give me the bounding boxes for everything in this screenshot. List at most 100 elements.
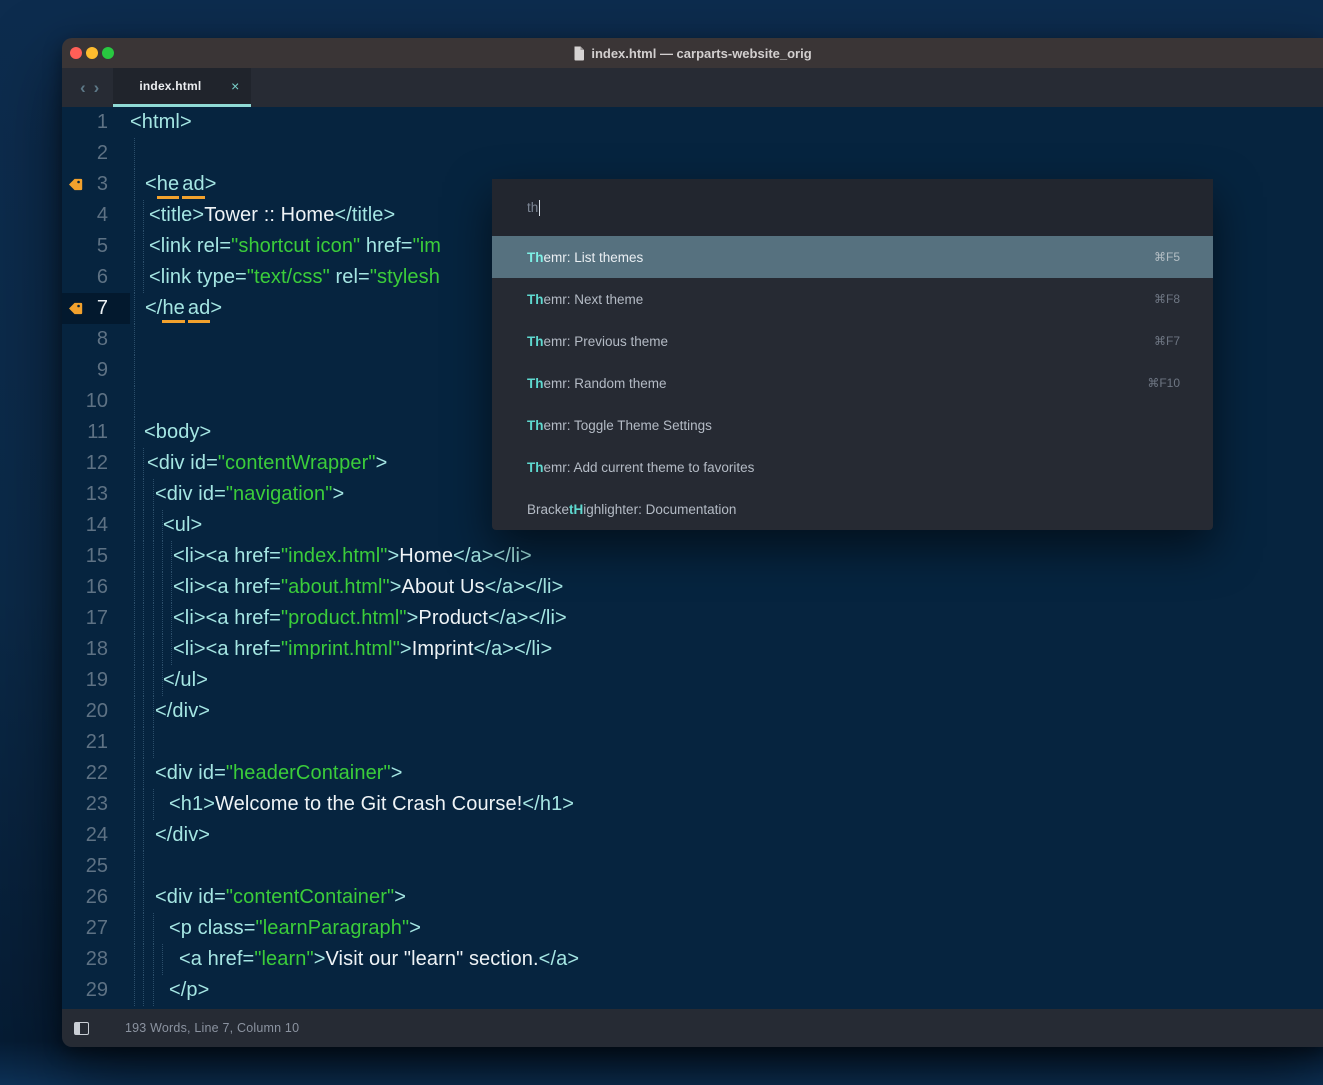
code-line[interactable]: 25 [62,851,1323,882]
indent-guide [153,603,154,634]
code-text[interactable]: </p> [130,975,1323,1006]
indent-guide [134,479,135,510]
sidebar-toggle-icon[interactable] [74,1022,89,1035]
minimize-window-button[interactable] [86,47,98,59]
zoom-window-button[interactable] [102,47,114,59]
text-caret [539,200,540,216]
palette-item[interactable]: BracketHighlighter: Documentation [492,488,1213,530]
code-content: <ul> [163,514,202,537]
gutter: 7 [62,293,130,324]
indent-guide [143,200,144,231]
line-number: 12 [86,452,130,475]
code-content: <a href="learn">Visit our "learn" sectio… [179,948,579,971]
code-text[interactable]: <p class="learnParagraph"> [130,913,1323,944]
code-content: <body> [144,421,211,444]
code-content: </head> [145,297,222,320]
command-palette: th Themr: List themes⌘F5Themr: Next them… [492,179,1213,530]
code-line[interactable]: 29 </p> [62,975,1323,1006]
code-text[interactable]: <li><a href="imprint.html">Imprint</a></… [130,634,1323,665]
code-text[interactable] [130,138,1323,169]
code-content: <div id="navigation"> [155,483,344,506]
code-text[interactable]: </div> [130,696,1323,727]
code-text[interactable]: </div> [130,820,1323,851]
forward-arrow-icon[interactable]: › [94,79,100,96]
tab-index-html[interactable]: index.html × [113,68,251,107]
indent-guide [143,851,144,882]
code-text[interactable]: </ul> [130,665,1323,696]
line-number: 18 [86,638,130,661]
indent-guide [143,882,144,913]
line-number: 14 [86,514,130,537]
code-line[interactable]: 15<li><a href="index.html">Home</a></li> [62,541,1323,572]
line-number: 6 [86,266,130,289]
palette-item[interactable]: Themr: Next theme⌘F8 [492,278,1213,320]
line-number: 22 [86,762,130,785]
indent-guide [153,913,154,944]
palette-input[interactable]: th [492,179,1213,236]
palette-item[interactable]: Themr: Toggle Theme Settings [492,404,1213,446]
indent-guide [134,913,135,944]
code-line[interactable]: 21 [62,727,1323,758]
code-line[interactable]: 20</div> [62,696,1323,727]
indent-guide [171,603,172,634]
line-number: 10 [86,390,130,413]
document-icon [573,46,585,61]
code-line[interactable]: 27<p class="learnParagraph"> [62,913,1323,944]
code-line[interactable]: 2 [62,138,1323,169]
code-content: </p> [169,979,209,1002]
editor-pane[interactable]: 1<html>23<head>4<title>Tower :: Home</ti… [62,107,1323,1009]
keyboard-shortcut: ⌘F10 [1147,376,1180,390]
back-arrow-icon[interactable]: ‹ [80,79,86,96]
palette-item[interactable]: Themr: Add current theme to favorites [492,446,1213,488]
line-number: 25 [86,855,130,878]
code-text[interactable] [130,727,1323,758]
close-window-button[interactable] [70,47,82,59]
code-line[interactable]: 28<a href="learn">Visit our "learn" sect… [62,944,1323,975]
indent-guide [134,882,135,913]
palette-item-label: Themr: Next theme [527,292,643,307]
code-text[interactable]: <h1>Welcome to the Git Crash Course!</h1… [130,789,1323,820]
code-line[interactable]: 17<li><a href="product.html">Product</a>… [62,603,1323,634]
code-line[interactable]: 24</div> [62,820,1323,851]
code-text[interactable]: <div id="headerContainer"> [130,758,1323,789]
indent-guide [134,603,135,634]
code-line[interactable]: 19</ul> [62,665,1323,696]
indent-guide [134,634,135,665]
code-content: <link type="text/css" rel="stylesh [149,266,440,289]
line-number: 3 [86,173,130,196]
code-text[interactable]: <li><a href="index.html">Home</a></li> [130,541,1323,572]
line-number: 11 [86,421,130,444]
palette-item[interactable]: Themr: List themes⌘F5 [492,236,1213,278]
tab-bar: ‹ › index.html × [62,68,1323,107]
gutter: 2 [62,138,130,169]
app-window: index.html — carparts-website_orig ‹ › i… [62,38,1323,1047]
indent-guide [171,541,172,572]
tab-close-icon[interactable]: × [231,79,239,93]
code-text[interactable]: <html> [130,107,1323,138]
palette-item[interactable]: Themr: Previous theme⌘F7 [492,320,1213,362]
code-text[interactable]: <div id="contentContainer"> [130,882,1323,913]
indent-guide [134,789,135,820]
line-number: 13 [86,483,130,506]
indent-guide [134,944,135,975]
code-text[interactable] [130,851,1323,882]
code-text[interactable]: <a href="learn">Visit our "learn" sectio… [130,944,1323,975]
code-line[interactable]: 1<html> [62,107,1323,138]
line-number: 7 [86,297,130,320]
gutter: 27 [62,913,130,944]
code-line[interactable]: 18<li><a href="imprint.html">Imprint</a>… [62,634,1323,665]
line-number: 29 [86,979,130,1002]
status-bar: 193 Words, Line 7, Column 10 [62,1009,1323,1047]
keyboard-shortcut: ⌘F5 [1154,250,1180,264]
line-number: 8 [86,328,130,351]
code-line[interactable]: 22<div id="headerContainer"> [62,758,1323,789]
code-line[interactable]: 16<li><a href="about.html">About Us</a><… [62,572,1323,603]
code-line[interactable]: 26<div id="contentContainer"> [62,882,1323,913]
code-line[interactable]: 23<h1>Welcome to the Git Crash Course!</… [62,789,1323,820]
gutter: 21 [62,727,130,758]
gutter: 14 [62,510,130,541]
palette-item[interactable]: Themr: Random theme⌘F10 [492,362,1213,404]
indent-guide [143,727,144,758]
code-text[interactable]: <li><a href="product.html">Product</a></… [130,603,1323,634]
code-text[interactable]: <li><a href="about.html">About Us</a></l… [130,572,1323,603]
